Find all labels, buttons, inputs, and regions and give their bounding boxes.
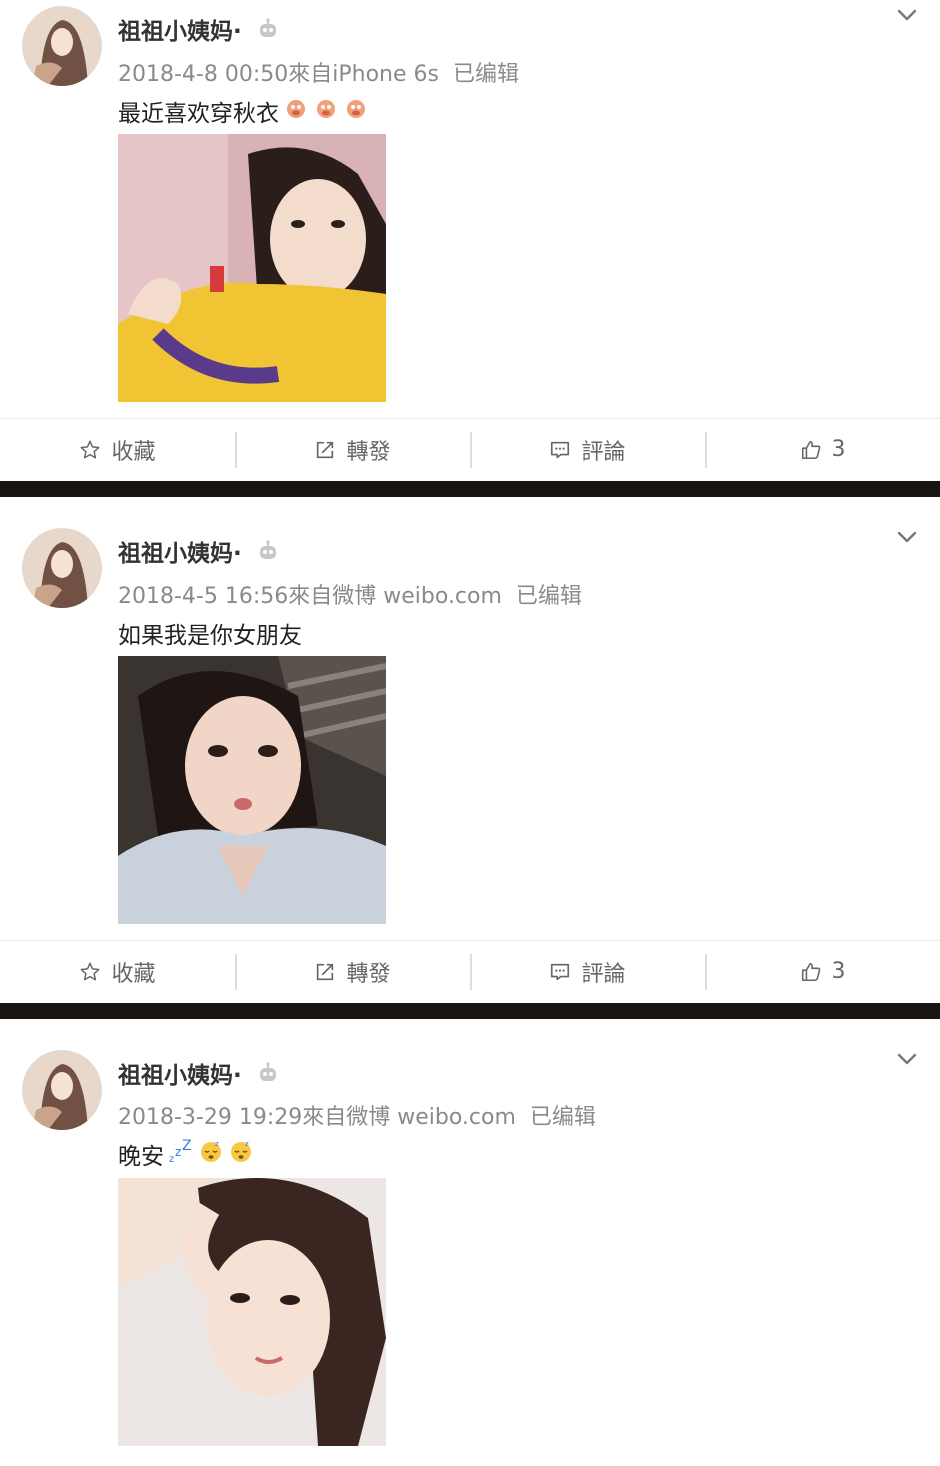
post-photo[interactable] — [118, 1178, 386, 1446]
svg-text:z: z — [169, 1154, 174, 1164]
post-photo[interactable] — [118, 656, 386, 924]
post-text-content: 晚安 — [118, 1144, 164, 1170]
edited-label[interactable]: 已编辑 — [530, 1105, 596, 1130]
post-source[interactable]: 來自iPhone 6s — [288, 62, 439, 87]
post-text: 如果我是你女朋友 — [118, 616, 302, 650]
repost-button[interactable]: 轉發 — [235, 941, 470, 1002]
edited-label[interactable]: 已编辑 — [516, 584, 582, 609]
thumbs-up-icon — [801, 440, 820, 459]
pig-emoji-icon — [283, 95, 309, 127]
svg-text:z: z — [175, 1145, 181, 1159]
comment-label: 評論 — [581, 439, 626, 465]
user-name[interactable]: 祖祖小姨妈· — [118, 534, 242, 568]
post-action-bar: 收藏 轉發 評論 3 — [0, 418, 940, 480]
svg-text:Z: Z — [182, 1138, 192, 1154]
pig-emoji-icon — [313, 95, 339, 127]
chevron-down-icon[interactable] — [894, 1046, 920, 1072]
sleeping-face-emoji-icon: z — [198, 1138, 224, 1170]
like-count: 3 — [831, 437, 846, 462]
avatar[interactable] — [22, 1050, 102, 1130]
post-time: 2018-4-8 00:50 — [118, 62, 289, 87]
post-meta: 2018-4-5 16:56來自微博 weibo.com 已编辑 — [118, 578, 582, 610]
post-text: 晚安 zzZ z z — [118, 1137, 254, 1171]
post-time: 2018-3-29 19:29 — [118, 1105, 303, 1130]
user-name[interactable]: 祖祖小姨妈· — [118, 1056, 242, 1090]
post-card: 祖祖小姨妈· 2018-4-5 16:56來自微博 weibo.com 已编辑 如… — [0, 497, 940, 1004]
post-source[interactable]: 來自微博 weibo.com — [288, 584, 502, 609]
robot-badge-icon — [256, 539, 280, 563]
sleeping-face-emoji-icon: z — [228, 1138, 254, 1170]
pig-emoji-icon — [343, 95, 369, 127]
feed-separator — [0, 481, 940, 497]
repost-label: 轉發 — [346, 439, 391, 465]
comment-button[interactable]: 評論 — [470, 419, 705, 480]
post-card: 祖祖小姨妈· 2018-3-29 19:29來自微博 weibo.com 已编辑 … — [0, 1019, 940, 1466]
share-arrow-icon — [317, 963, 334, 980]
favorite-button[interactable]: 收藏 — [0, 941, 235, 1002]
repost-label: 轉發 — [346, 961, 391, 987]
svg-text:z: z — [215, 1140, 219, 1148]
avatar[interactable] — [22, 528, 102, 608]
star-outline-icon — [81, 440, 100, 459]
comment-button[interactable]: 評論 — [470, 941, 705, 1002]
comment-bubble-icon — [551, 963, 570, 980]
post-meta: 2018-3-29 19:29來自微博 weibo.com 已编辑 — [118, 1099, 596, 1131]
robot-badge-icon — [256, 17, 280, 41]
star-outline-icon — [81, 962, 100, 981]
comment-bubble-icon — [551, 441, 570, 458]
chevron-down-icon[interactable] — [894, 524, 920, 550]
chevron-down-icon[interactable] — [894, 2, 920, 28]
thumbs-up-icon — [801, 962, 820, 981]
post-card: 祖祖小姨妈· 2018-4-8 00:50來自iPhone 6s 已编辑 最近喜欢… — [0, 0, 940, 482]
post-text-content: 如果我是你女朋友 — [118, 623, 302, 649]
feed-separator — [0, 1003, 940, 1019]
favorite-label: 收藏 — [111, 961, 156, 987]
zzz-sleep-icon: zzZ — [168, 1138, 194, 1170]
like-button[interactable]: 3 — [705, 941, 940, 1002]
post-text: 最近喜欢穿秋衣 — [118, 94, 369, 128]
repost-button[interactable]: 轉發 — [235, 419, 470, 480]
edited-label[interactable]: 已编辑 — [453, 62, 519, 87]
post-meta: 2018-4-8 00:50來自iPhone 6s 已编辑 — [118, 56, 519, 88]
like-count: 3 — [831, 959, 846, 984]
post-source[interactable]: 來自微博 weibo.com — [302, 1105, 516, 1130]
favorite-label: 收藏 — [111, 439, 156, 465]
user-name[interactable]: 祖祖小姨妈· — [118, 12, 242, 46]
post-time: 2018-4-5 16:56 — [118, 584, 289, 609]
robot-badge-icon — [256, 1061, 280, 1085]
post-photo[interactable] — [118, 134, 386, 402]
avatar[interactable] — [22, 6, 102, 86]
like-button[interactable]: 3 — [705, 419, 940, 480]
post-action-bar: 收藏 轉發 評論 3 — [0, 940, 940, 1002]
post-text-content: 最近喜欢穿秋衣 — [118, 101, 279, 127]
comment-label: 評論 — [581, 961, 626, 987]
svg-text:z: z — [245, 1140, 249, 1148]
favorite-button[interactable]: 收藏 — [0, 419, 235, 480]
share-arrow-icon — [317, 441, 334, 458]
